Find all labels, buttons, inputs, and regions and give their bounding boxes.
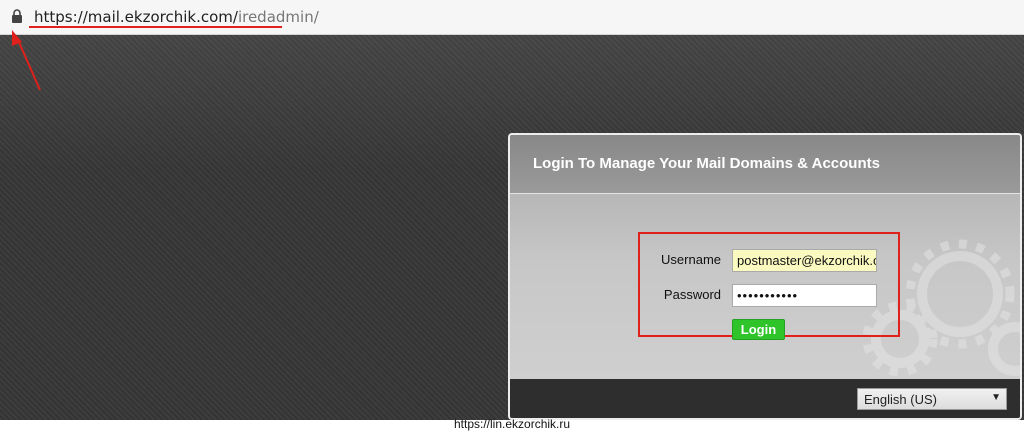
watermark-strip: https://lin.ekzorchik.ru (0, 417, 1024, 433)
username-input[interactable]: postmaster@ekzorchik.c (732, 249, 877, 272)
lock-icon (12, 9, 22, 23)
password-input[interactable]: ••••••••••• (732, 284, 877, 307)
login-panel: Login To Manage Your Mail Domains & Acco… (508, 133, 1022, 420)
panel-header: Login To Manage Your Mail Domains & Acco… (510, 135, 1020, 194)
watermark-text: https://lin.ekzorchik.ru (454, 417, 571, 431)
url-text[interactable]: https://mail.ekzorchik.com/iredadmin/ (34, 8, 319, 26)
username-label: Username (661, 252, 721, 267)
url-underline-annotation (29, 26, 282, 28)
panel-footer: English (US) ▼ (510, 379, 1020, 418)
address-bar[interactable]: https://mail.ekzorchik.com/iredadmin/ (0, 0, 1024, 35)
language-select-value: English (US) (864, 392, 937, 407)
language-select[interactable]: English (US) ▼ (857, 388, 1007, 410)
chevron-down-icon: ▼ (991, 392, 1001, 403)
password-label: Password (663, 287, 721, 302)
login-button[interactable]: Login (732, 319, 785, 340)
url-host: https://mail.ekzorchik.com/ (34, 8, 238, 26)
red-arrow-icon (12, 30, 41, 91)
panel-body: Username postmaster@ekzorchik.c Password… (510, 194, 1020, 379)
url-path: iredadmin/ (237, 8, 319, 26)
panel-title: Login To Manage Your Mail Domains & Acco… (533, 155, 880, 172)
